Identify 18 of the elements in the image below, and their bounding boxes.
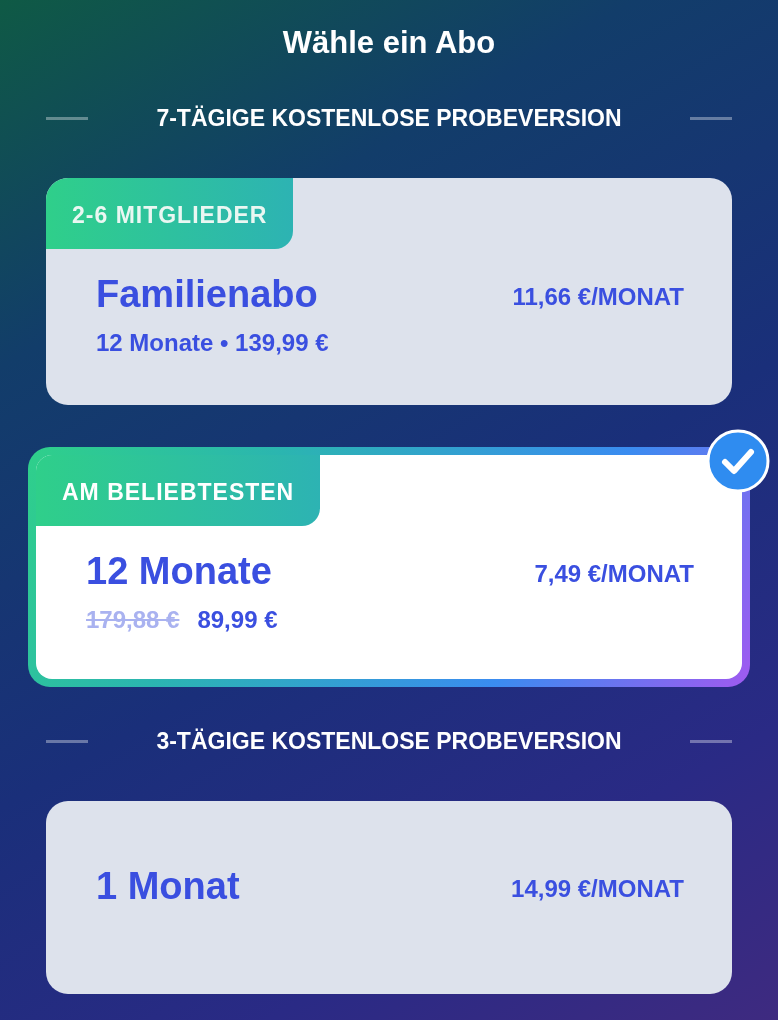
old-price: 179,88 € bbox=[86, 604, 180, 635]
plan-badge: 2-6 MITGLIEDER bbox=[46, 178, 294, 249]
plan-name: 1 Monat bbox=[96, 864, 240, 909]
plan-name: 12 Monate bbox=[86, 548, 273, 594]
section-heading: 3-TÄGIGE KOSTENLOSE PROBEVERSION bbox=[155, 726, 623, 756]
plan-detail: 12 Monate • 139,99 € bbox=[96, 327, 329, 358]
monthly-price: 14,99 €/MONAT bbox=[511, 874, 684, 904]
section-heading: 7-TÄGIGE KOSTENLOSE PROBEVERSION bbox=[155, 103, 623, 133]
monthly-price: 11,66 €/MONAT bbox=[512, 281, 684, 312]
plan-card[interactable]: 2-6 MITGLIEDER Familienabo 12 Monate • 139,99 € 11,66 €/MONAT bbox=[46, 178, 732, 405]
plan-card[interactable]: 1 Monat 14,99 €/MONAT bbox=[46, 801, 732, 994]
plan-name: Familienabo bbox=[96, 271, 319, 317]
plan-price: 89,99 € bbox=[197, 604, 278, 635]
checkmark-icon bbox=[706, 429, 770, 493]
monthly-price: 7,49 €/MONAT bbox=[534, 558, 694, 589]
plan-badge: AM BELIEBTESTEN bbox=[36, 455, 321, 526]
plan-card[interactable]: AM BELIEBTESTEN 12 Monate 179,88 € 89,99 € 7,49 €/MONAT bbox=[28, 447, 750, 687]
page-title: Wähle ein Abo bbox=[281, 24, 497, 62]
